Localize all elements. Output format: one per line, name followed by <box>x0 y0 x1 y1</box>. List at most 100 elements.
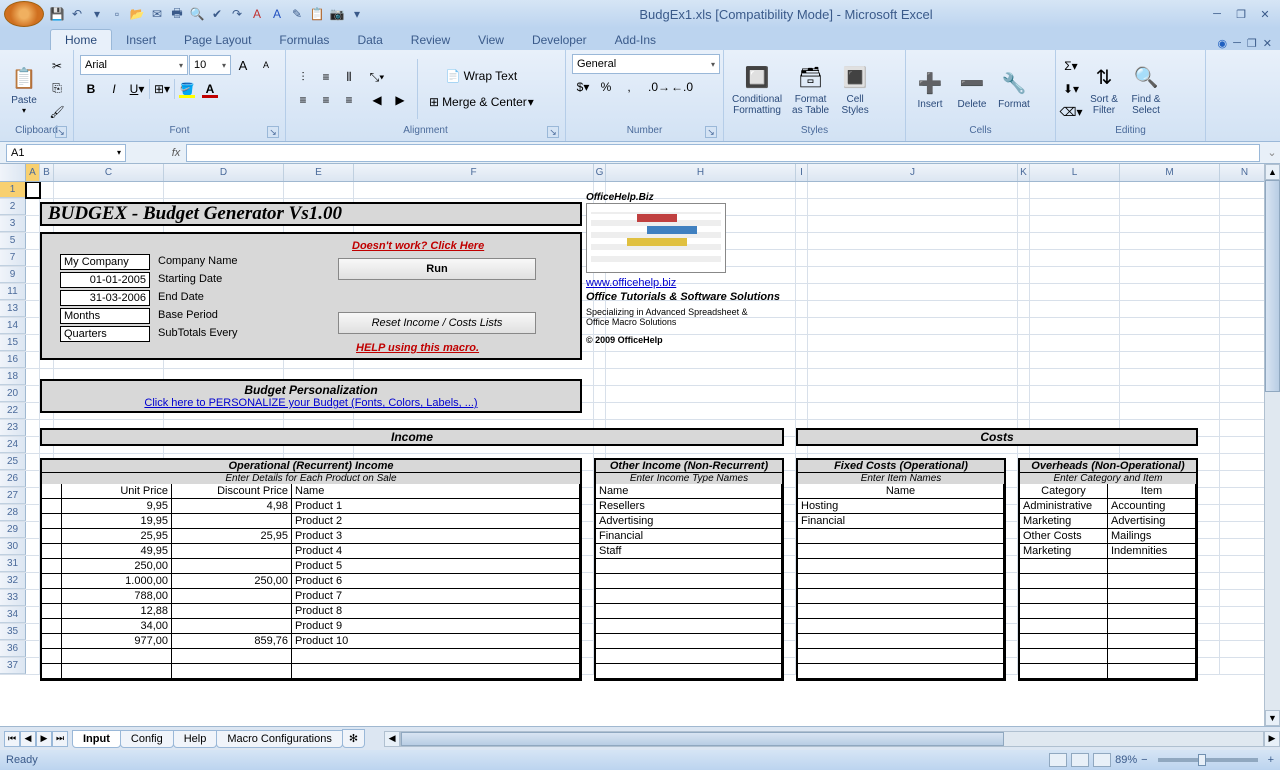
product-name[interactable]: Product 10 <box>292 634 580 648</box>
tab-review[interactable]: Review <box>397 30 464 50</box>
tab-developer[interactable]: Developer <box>518 30 601 50</box>
item[interactable] <box>1108 649 1196 663</box>
row-11[interactable]: 11 <box>0 284 26 300</box>
pagebreak-view-icon[interactable] <box>1093 753 1111 767</box>
font-name-combo[interactable]: Arial▾ <box>80 55 188 75</box>
format-cell-button[interactable]: 🔧Format <box>994 65 1034 112</box>
sort-asc-icon[interactable]: A <box>248 5 266 23</box>
discount-price[interactable] <box>172 619 292 633</box>
tab-home[interactable]: Home <box>50 29 112 50</box>
launcher-icon[interactable]: ↘ <box>55 126 67 138</box>
tab-view[interactable]: View <box>464 30 518 50</box>
category[interactable] <box>1020 559 1108 573</box>
personalize-link[interactable]: Click here to PERSONALIZE your Budget (F… <box>42 397 580 409</box>
income-name[interactable]: Staff <box>596 544 782 558</box>
discount-price[interactable] <box>172 664 292 678</box>
row-22[interactable]: 22 <box>0 403 26 419</box>
item[interactable] <box>1108 634 1196 648</box>
sheet-tab-input[interactable]: Input <box>72 730 121 748</box>
launcher-icon[interactable]: ↘ <box>705 126 717 138</box>
launcher-icon[interactable]: ↘ <box>547 126 559 138</box>
product-name[interactable] <box>292 664 580 678</box>
cost-name[interactable] <box>798 634 1004 648</box>
cost-name[interactable] <box>798 664 1004 678</box>
col-J[interactable]: J <box>808 164 1018 181</box>
row-26[interactable]: 26 <box>0 471 26 487</box>
category[interactable]: Marketing <box>1020 514 1108 528</box>
tab-data[interactable]: Data <box>343 30 396 50</box>
sel-obj-icon[interactable]: ✎ <box>288 5 306 23</box>
number-format-combo[interactable]: General▾ <box>572 54 720 74</box>
base-input[interactable]: Months <box>60 308 150 324</box>
start-input[interactable]: 01-01-2005 <box>60 272 150 288</box>
discount-price[interactable] <box>172 604 292 618</box>
row-37[interactable]: 37 <box>0 658 26 674</box>
item[interactable]: Advertising <box>1108 514 1196 528</box>
help-link-top[interactable]: Doesn't work? Click Here <box>352 240 484 252</box>
copy-icon[interactable]: ⎘ <box>46 78 68 100</box>
item[interactable] <box>1108 604 1196 618</box>
paste-icon[interactable]: 📋 <box>308 5 326 23</box>
save-icon[interactable]: 💾 <box>48 5 66 23</box>
align-right-icon[interactable]: ≡ <box>338 89 360 111</box>
minimize-icon[interactable]: ─ <box>1206 6 1228 22</box>
indent-dec-icon[interactable]: ◀ <box>366 89 388 111</box>
row-28[interactable]: 28 <box>0 505 26 521</box>
row-18[interactable]: 18 <box>0 369 26 385</box>
discount-price[interactable]: 4,98 <box>172 499 292 513</box>
quickprint-icon[interactable]: 🖶 <box>168 5 186 23</box>
tab-addins[interactable]: Add-Ins <box>601 30 670 50</box>
row-25[interactable]: 25 <box>0 454 26 470</box>
cost-name[interactable] <box>798 544 1004 558</box>
row-14[interactable]: 14 <box>0 318 26 334</box>
product-name[interactable]: Product 1 <box>292 499 580 513</box>
align-top-icon[interactable]: ⫶ <box>292 66 314 88</box>
col-C[interactable]: C <box>54 164 164 181</box>
cond-format-button[interactable]: 🔲Conditional Formatting <box>728 60 786 118</box>
item[interactable]: Accounting <box>1108 499 1196 513</box>
dec-decimal-icon[interactable]: ←.0 <box>671 76 693 98</box>
row-24[interactable]: 24 <box>0 437 26 453</box>
zoom-out-icon[interactable]: − <box>1141 754 1147 766</box>
product-name[interactable]: Product 2 <box>292 514 580 528</box>
discount-price[interactable]: 25,95 <box>172 529 292 543</box>
company-input[interactable]: My Company <box>60 254 150 270</box>
officehelp-url[interactable]: www.officehelp.biz <box>586 277 676 289</box>
cost-name[interactable] <box>798 574 1004 588</box>
sheet-tab-config[interactable]: Config <box>120 730 174 748</box>
category[interactable] <box>1020 574 1108 588</box>
unit-price[interactable]: 977,00 <box>62 634 172 648</box>
cell-styles-button[interactable]: 🔳Cell Styles <box>835 60 875 118</box>
row-30[interactable]: 30 <box>0 539 26 555</box>
row-9[interactable]: 9 <box>0 267 26 283</box>
item[interactable] <box>1108 559 1196 573</box>
row-1[interactable]: 1 <box>0 182 26 198</box>
undo-icon[interactable]: ↶ <box>68 5 86 23</box>
cost-name[interactable]: Hosting <box>798 499 1004 513</box>
row-33[interactable]: 33 <box>0 590 26 606</box>
income-name[interactable] <box>596 634 782 648</box>
discount-price[interactable]: 859,76 <box>172 634 292 648</box>
col-E[interactable]: E <box>284 164 354 181</box>
grow-font-icon[interactable]: A <box>232 54 254 76</box>
discount-price[interactable] <box>172 514 292 528</box>
row-2[interactable]: 2 <box>0 199 26 215</box>
fillcolor-icon[interactable]: 🪣 <box>176 78 198 100</box>
sort-desc-icon[interactable]: A <box>268 5 286 23</box>
sheet-tab-macro[interactable]: Macro Configurations <box>216 730 343 748</box>
income-name[interactable] <box>596 664 782 678</box>
category[interactable] <box>1020 634 1108 648</box>
normal-view-icon[interactable] <box>1049 753 1067 767</box>
tab-first-icon[interactable]: ⏮ <box>4 731 20 747</box>
fontcolor-icon[interactable]: A <box>199 78 221 100</box>
category[interactable] <box>1020 604 1108 618</box>
tab-formulas[interactable]: Formulas <box>265 30 343 50</box>
formula-bar[interactable] <box>186 144 1260 162</box>
inc-decimal-icon[interactable]: .0→ <box>648 76 670 98</box>
expand-formula-icon[interactable]: ⌄ <box>1264 146 1280 159</box>
category[interactable] <box>1020 619 1108 633</box>
unit-price[interactable]: 19,95 <box>62 514 172 528</box>
new-icon[interactable]: ▫ <box>108 5 126 23</box>
row-3[interactable]: 3 <box>0 216 26 232</box>
row-36[interactable]: 36 <box>0 641 26 657</box>
